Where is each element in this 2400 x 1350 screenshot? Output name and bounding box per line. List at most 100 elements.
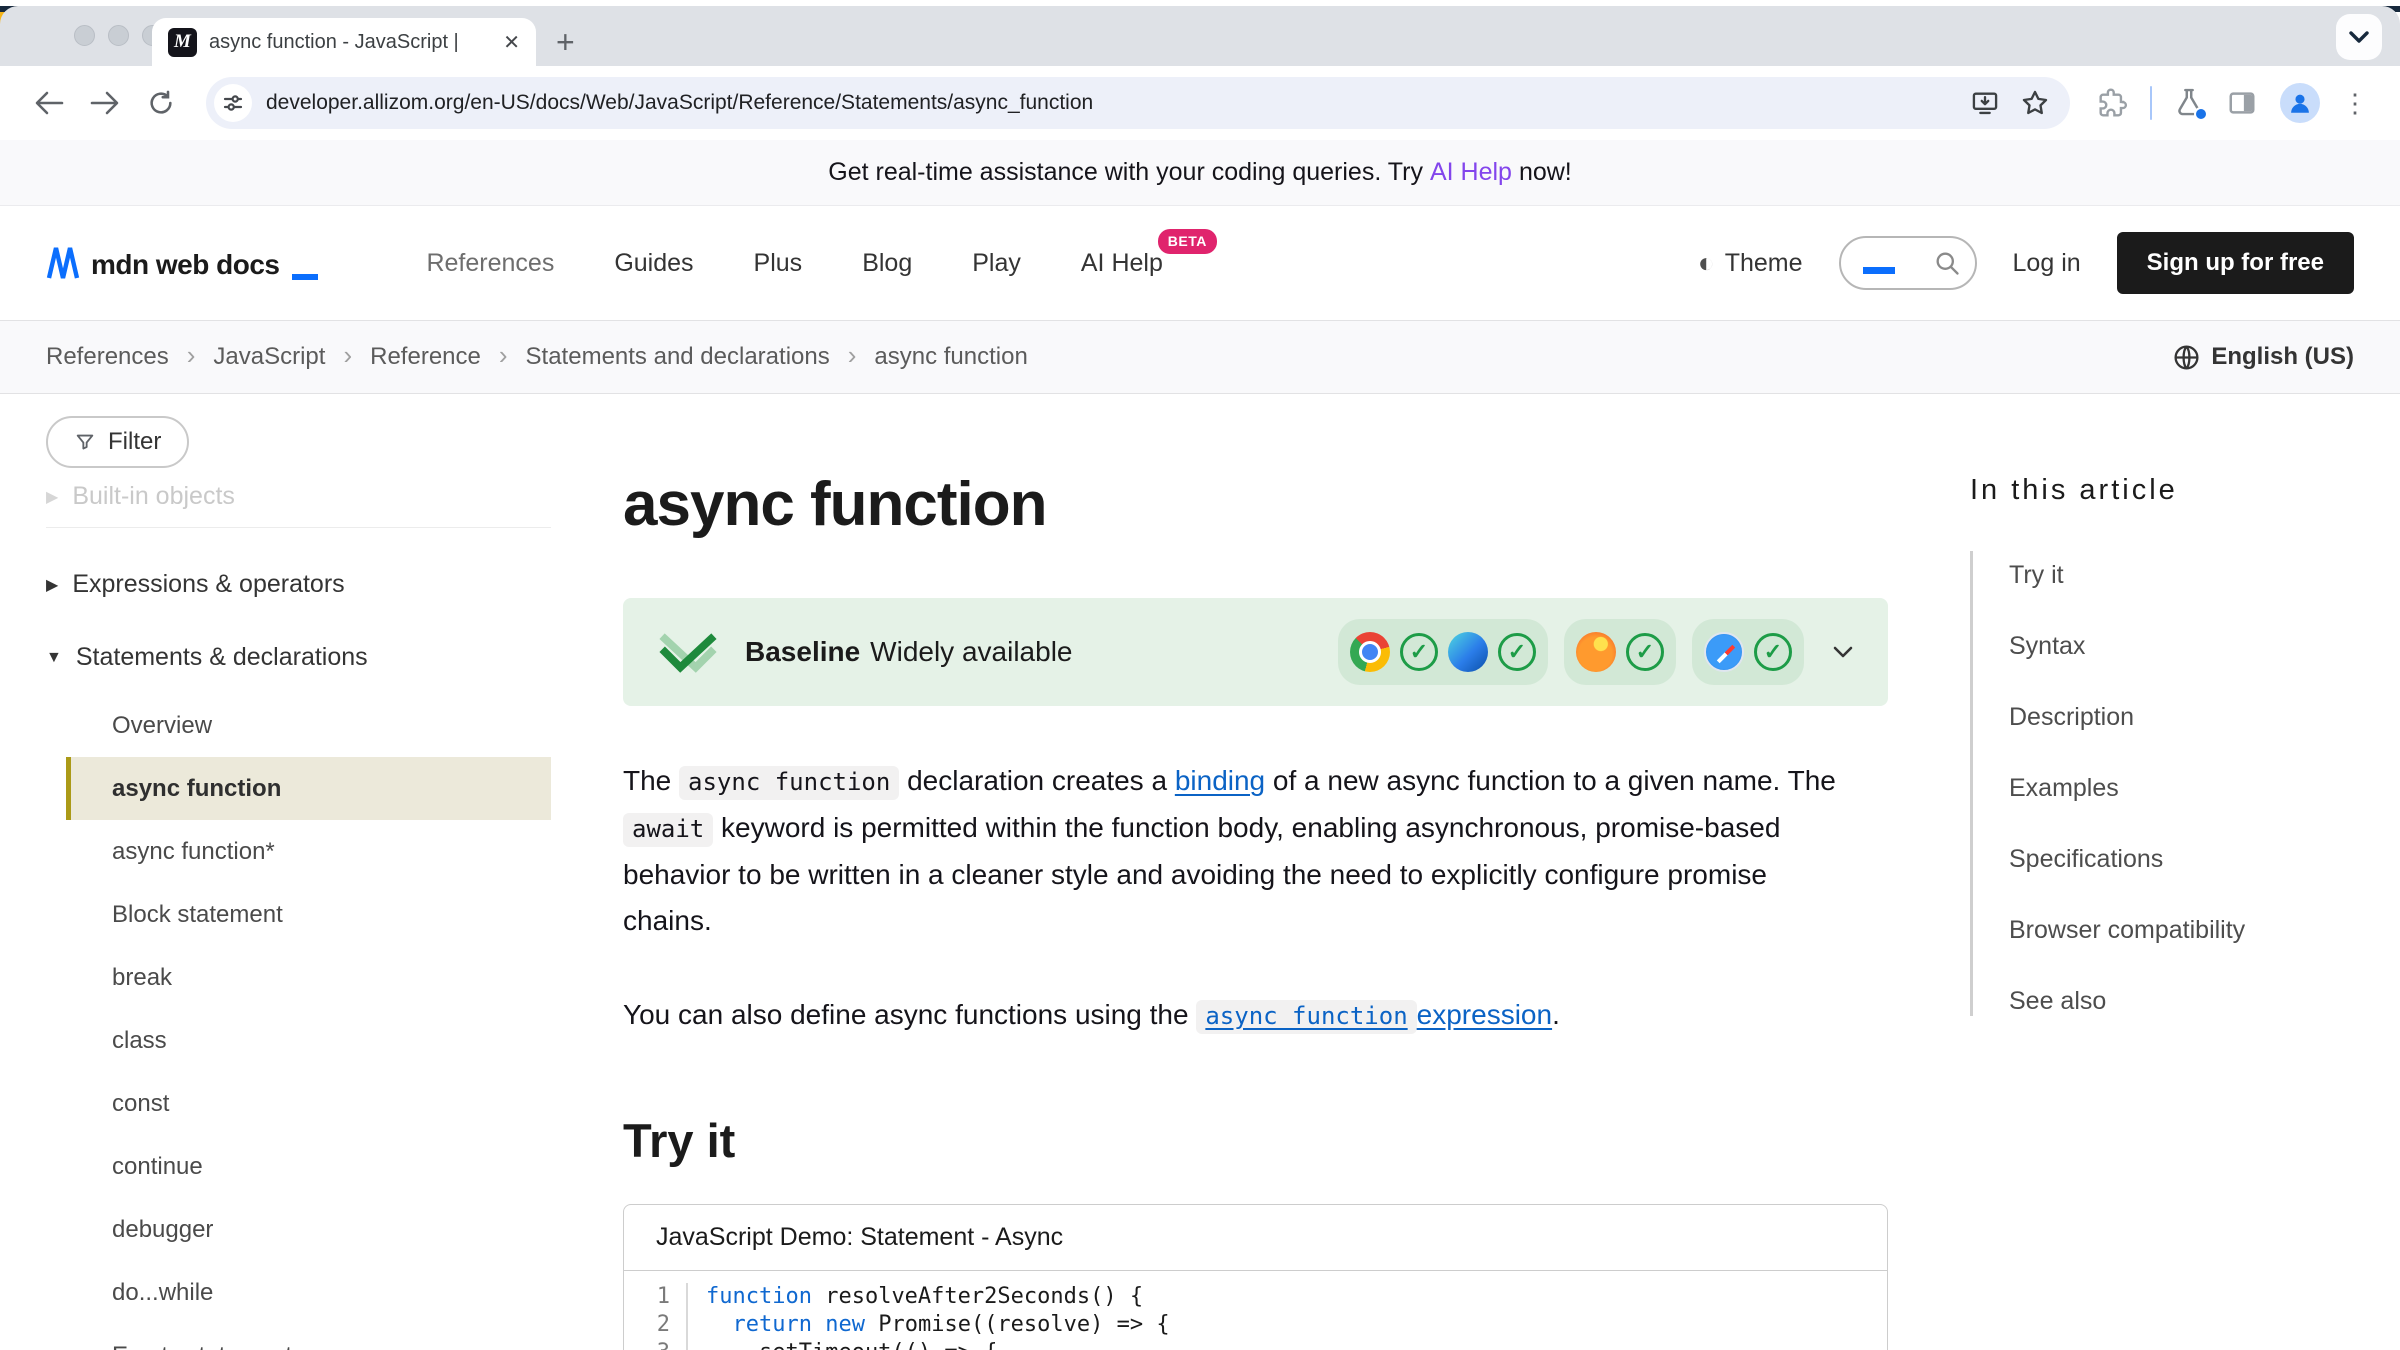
breadcrumb-item-reference[interactable]: Reference [370,343,481,371]
baseline-banner[interactable]: BaselineWidely available ✓ ✓ ✓ ✓ [623,598,1888,706]
tab-search-button[interactable] [2336,14,2382,60]
nav-item-guides[interactable]: Guides [614,249,693,278]
toc-item-specifications[interactable]: Specifications [1973,845,2354,874]
breadcrumb-separator: › [187,340,196,371]
mdn-logo-mark [46,246,82,280]
sidebar-section-expressions-operators[interactable]: ▶ Expressions & operators [46,570,551,599]
sidebar-section-built-in-objects[interactable]: ▶ Built-in objects [46,482,551,511]
sidebar-item-class[interactable]: class [66,1009,551,1072]
sidebar-divider [46,527,551,528]
sidebar-item-const[interactable]: const [66,1072,551,1135]
check-icon: ✓ [1626,633,1664,671]
sidebar-item-async-function[interactable]: async function [66,757,551,820]
text: The [623,765,679,796]
breadcrumb-separator: › [343,340,352,371]
sidebar-item-debugger[interactable]: debugger [66,1198,551,1261]
nav-item-label: References [426,249,554,277]
person-icon [2287,90,2313,116]
toolbar-separator [2150,86,2152,120]
browser-menu-button[interactable]: ⋮ [2342,88,2368,119]
expanded-triangle-icon: ▼ [46,649,62,667]
login-link[interactable]: Log in [2013,249,2081,278]
toc-item-description[interactable]: Description [1973,703,2354,732]
breadcrumb-item-async-function[interactable]: async function [874,343,1027,371]
demo-title: JavaScript Demo: Statement - Async [624,1205,1887,1271]
profile-avatar[interactable] [2280,83,2320,123]
close-tab-icon[interactable]: ✕ [503,30,520,55]
reload-button[interactable] [138,89,184,117]
mdn-logo[interactable]: mdn web docs [46,246,318,280]
breadcrumb-item-statements-and-declarations[interactable]: Statements and declarations [526,343,830,371]
baseline-expand-button[interactable] [1832,645,1854,659]
nav-item-label: AI Help [1081,249,1163,277]
async-function-expression-link[interactable]: async_functionexpression [1196,999,1552,1030]
toc-item-browser-compatibility[interactable]: Browser compatibility [1973,916,2354,945]
notification-dot [2194,107,2208,121]
language-switcher[interactable]: English (US) [2172,343,2354,372]
sidebar-item-do-while[interactable]: do...while [66,1261,551,1324]
interactive-demo: JavaScript Demo: Statement - Async 1func… [623,1204,1888,1350]
mdn-favicon: M [168,28,197,57]
sidebar-item-overview[interactable]: Overview [66,694,551,757]
language-label: English (US) [2211,343,2354,371]
sidebar-item-label: async function* [112,838,275,866]
install-page-button[interactable] [1970,89,2000,117]
toc-item-syntax[interactable]: Syntax [1973,632,2354,661]
toc-item-see-also[interactable]: See also [1973,987,2354,1016]
tryit-heading: Try it [623,1113,1888,1168]
baseline-label: BaselineWidely available [745,636,1073,668]
promo-text-suffix: now! [1519,158,1572,187]
minimize-window-button[interactable] [108,25,129,46]
site-settings-button[interactable] [214,84,252,122]
toc-heading: In this article [1970,474,2354,507]
mdn-logo-text: mdn web docs [91,250,279,280]
bookmark-button[interactable] [2020,88,2050,118]
toc-item-try-it[interactable]: Try it [1973,561,2354,590]
theme-toggle[interactable]: ◐ Theme [1698,247,1803,279]
baseline-logo-icon [657,630,719,674]
ai-help-link[interactable]: AI Help [1430,158,1512,187]
toolbar-actions: ⋮ [2090,83,2374,123]
collapsed-triangle-icon: ▶ [46,487,58,507]
nav-item-play[interactable]: Play [972,249,1021,278]
side-panel-button[interactable] [2226,88,2258,118]
code-editor[interactable]: 1function resolveAfter2Seconds() {2 retu… [624,1271,1887,1350]
baseline-status: Widely available [870,636,1072,667]
sidebar-section-statements-declarations[interactable]: ▼ Statements & declarations [46,643,551,672]
new-tab-button[interactable]: + [556,20,575,64]
close-window-button[interactable] [74,25,95,46]
collapsed-triangle-icon: ▶ [46,575,58,595]
sidebar-item-empty-statement[interactable]: Empty statement [66,1324,551,1350]
sidebar-item-async-function[interactable]: async function* [66,820,551,883]
breadcrumb-item-javascript[interactable]: JavaScript [213,343,325,371]
nav-item-label: Guides [614,249,693,277]
search-input[interactable] [1839,236,1977,290]
sidebar-items: Overviewasync function async function* Blo… [46,694,551,1350]
binding-link[interactable]: binding [1175,765,1265,796]
signup-button[interactable]: Sign up for free [2117,232,2354,294]
sidebar-item-break[interactable]: break [66,946,551,1009]
nav-item-ai-help[interactable]: AI HelpBETA [1081,249,1163,278]
extensions-button[interactable] [2096,87,2128,119]
url-bar[interactable]: developer.allizom.org/en-US/docs/Web/Jav… [206,77,2070,129]
nav-item-references[interactable]: References [426,249,554,278]
nav-item-plus[interactable]: Plus [754,249,803,278]
browser-tab[interactable]: M async function - JavaScript | ✕ [152,18,536,66]
inline-code: async_function [1196,1000,1416,1034]
chromium-support-pill: ✓ ✓ [1338,619,1548,685]
inline-code: await [623,813,713,847]
tab-title: async function - JavaScript | [209,31,491,54]
breadcrumb-separator: › [499,340,508,371]
url-text: developer.allizom.org/en-US/docs/Web/Jav… [266,91,1956,115]
sidebar-item-continue[interactable]: continue [66,1135,551,1198]
sidebar-item-block-statement[interactable]: Block statement [66,883,551,946]
nav-item-blog[interactable]: Blog [862,249,912,278]
forward-button[interactable] [82,89,128,117]
filter-button[interactable]: Filter [46,416,189,468]
experiments-button[interactable] [2174,87,2204,119]
breadcrumb-item-references[interactable]: References [46,343,169,371]
line-number: 1 [624,1283,688,1311]
back-button[interactable] [26,89,72,117]
toc-item-examples[interactable]: Examples [1973,774,2354,803]
search-caret [1863,267,1895,274]
